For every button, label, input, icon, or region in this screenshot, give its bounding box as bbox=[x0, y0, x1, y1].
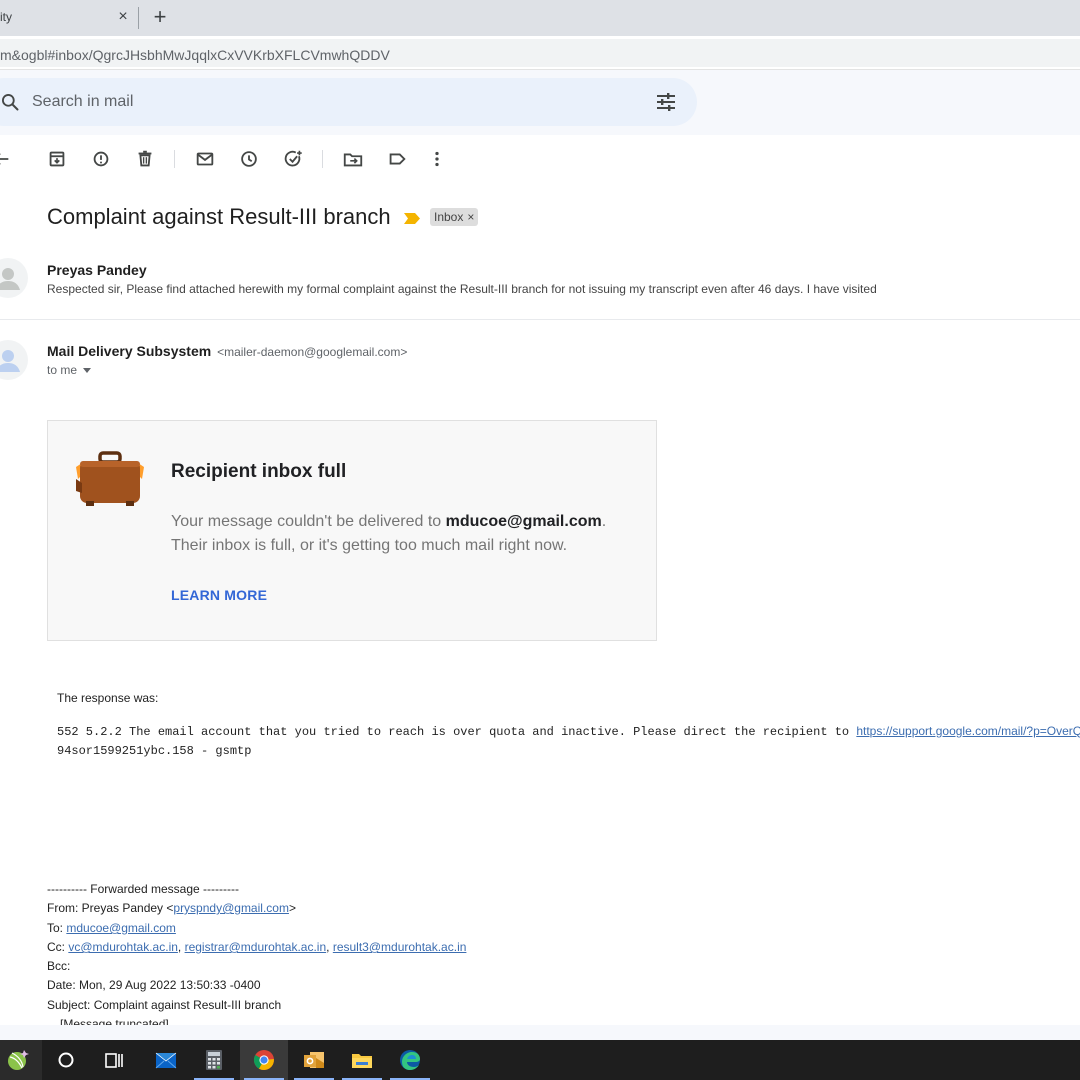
cc-email-link[interactable]: result3@mdurohtak.ac.in bbox=[333, 940, 467, 954]
message-snippet[interactable]: Respected sir, Please find attached here… bbox=[47, 282, 877, 296]
smtp-response-text: 552 5.2.2 The email account that you tri… bbox=[57, 725, 857, 739]
add-task-icon[interactable] bbox=[282, 148, 304, 170]
file-explorer-icon[interactable] bbox=[338, 1040, 386, 1080]
delete-icon[interactable] bbox=[134, 148, 156, 170]
avatar bbox=[0, 340, 28, 380]
forwarded-bcc: Bcc: bbox=[47, 959, 71, 973]
move-to-icon[interactable] bbox=[342, 148, 364, 170]
search-circle-icon[interactable] bbox=[42, 1040, 90, 1080]
gmail-header bbox=[0, 70, 1080, 135]
windows-taskbar bbox=[0, 1040, 1080, 1080]
bounce-line2: Their inbox is full, or it's getting too… bbox=[171, 537, 568, 554]
from-email-link[interactable]: pryspndy@gmail.com bbox=[173, 901, 289, 915]
smtp-response-line: 552 5.2.2 The email account that you tri… bbox=[57, 724, 1080, 739]
tab-separator bbox=[138, 7, 139, 29]
browser-tab-bar: ity × + bbox=[0, 0, 1080, 36]
cc-label: Cc: bbox=[47, 940, 69, 954]
chrome-icon[interactable] bbox=[240, 1040, 288, 1080]
bounced-address: mducoe@gmail.com bbox=[445, 513, 602, 530]
to-label: To: bbox=[47, 921, 67, 935]
cc-email-link[interactable]: registrar@mdurohtak.ac.in bbox=[185, 940, 327, 954]
toolbar-divider bbox=[174, 150, 175, 168]
snooze-icon[interactable] bbox=[238, 148, 260, 170]
from-close: > bbox=[288, 901, 296, 915]
browser-tab[interactable]: ity × bbox=[0, 0, 138, 36]
inbox-label-chip[interactable]: Inbox × bbox=[430, 208, 479, 226]
bounce-message: Your message couldn't be delivered to md… bbox=[171, 510, 606, 558]
inbox-label-text: Inbox bbox=[434, 210, 464, 224]
message-sender[interactable]: Preyas Pandey bbox=[47, 262, 147, 278]
forwarded-cc: Cc: vc@mdurohtak.ac.in, registrar@mduroh… bbox=[47, 940, 466, 954]
search-options-icon[interactable] bbox=[655, 92, 677, 112]
forwarded-from: From: Preyas Pandey <pryspndy@gmail.com> bbox=[47, 901, 296, 915]
more-icon[interactable] bbox=[426, 148, 448, 170]
message-divider bbox=[0, 319, 1080, 320]
report-spam-icon[interactable] bbox=[90, 148, 112, 170]
suitcase-icon bbox=[74, 451, 146, 509]
forwarded-header: ---------- Forwarded message --------- bbox=[47, 882, 239, 896]
forwarded-date: Date: Mon, 29 Aug 2022 13:50:33 -0400 bbox=[47, 978, 261, 992]
bounce-title: Recipient inbox full bbox=[171, 461, 347, 482]
thread-subject: Complaint against Result-III branch bbox=[47, 204, 391, 229]
forwarded-to: To: mducoe@gmail.com bbox=[47, 921, 176, 935]
support-link[interactable]: https://support.google.com/mail/?p=OverQ bbox=[856, 724, 1080, 738]
back-arrow-icon[interactable] bbox=[0, 148, 12, 170]
search-icon[interactable] bbox=[0, 92, 20, 112]
remove-label-button[interactable]: × bbox=[467, 210, 474, 224]
recipient-details-toggle[interactable]: to me bbox=[47, 363, 92, 377]
recipient-text: to me bbox=[47, 363, 78, 377]
cc-separator: , bbox=[177, 940, 185, 954]
response-label: The response was: bbox=[57, 691, 159, 705]
from-label: From: Preyas Pandey < bbox=[47, 901, 174, 915]
bounce-line1-suffix: . bbox=[601, 513, 607, 530]
message-toolbar bbox=[0, 140, 1080, 180]
calculator-icon[interactable] bbox=[190, 1040, 238, 1080]
outlook-icon[interactable] bbox=[290, 1040, 338, 1080]
toolbar-divider bbox=[322, 150, 323, 168]
message-sender[interactable]: Mail Delivery Subsystem <mailer-daemon@g… bbox=[47, 343, 407, 359]
forwarded-subject: Subject: Complaint against Result-III br… bbox=[47, 998, 282, 1012]
learn-more-link[interactable]: LEARN MORE bbox=[171, 587, 267, 603]
url-text[interactable]: m&ogbl#inbox/QgrcJHsbhMwJqqlxCxVVKrbXFLC… bbox=[0, 47, 390, 63]
tab-title: ity bbox=[0, 10, 12, 24]
sender-name: Mail Delivery Subsystem bbox=[47, 343, 212, 359]
caret-down-icon bbox=[83, 368, 92, 374]
bounce-notice-card: Recipient inbox full Your message couldn… bbox=[47, 420, 657, 641]
label-icon[interactable] bbox=[386, 148, 408, 170]
address-row: m&ogbl#inbox/QgrcJHsbhMwJqqlxCxVVKrbXFLC… bbox=[0, 36, 1080, 70]
smtp-response-line: 94sor1599251ybc.158 - gsmtp bbox=[57, 744, 252, 758]
sender-email: <mailer-daemon@googlemail.com> bbox=[217, 345, 408, 359]
archive-icon[interactable] bbox=[46, 148, 68, 170]
edge-icon[interactable] bbox=[386, 1040, 434, 1080]
cortana-ball-icon[interactable] bbox=[0, 1040, 42, 1080]
cc-email-link[interactable]: vc@mdurohtak.ac.in bbox=[68, 940, 178, 954]
page-bottom-bar bbox=[0, 1025, 1080, 1040]
task-view-icon[interactable] bbox=[90, 1040, 138, 1080]
to-email-link[interactable]: mducoe@gmail.com bbox=[66, 921, 176, 935]
search-box[interactable] bbox=[0, 78, 697, 126]
cc-separator: , bbox=[326, 940, 333, 954]
mail-icon[interactable] bbox=[142, 1040, 190, 1080]
new-tab-button[interactable]: + bbox=[149, 5, 171, 29]
search-input[interactable] bbox=[32, 91, 592, 113]
tab-close-button[interactable]: × bbox=[114, 8, 132, 26]
mark-unread-icon[interactable] bbox=[194, 148, 216, 170]
avatar bbox=[0, 258, 28, 298]
importance-marker-icon[interactable] bbox=[404, 211, 420, 224]
address-bar[interactable]: m&ogbl#inbox/QgrcJHsbhMwJqqlxCxVVKrbXFLC… bbox=[0, 39, 1080, 67]
bounce-line1-prefix: Your message couldn't be delivered to bbox=[171, 513, 446, 530]
